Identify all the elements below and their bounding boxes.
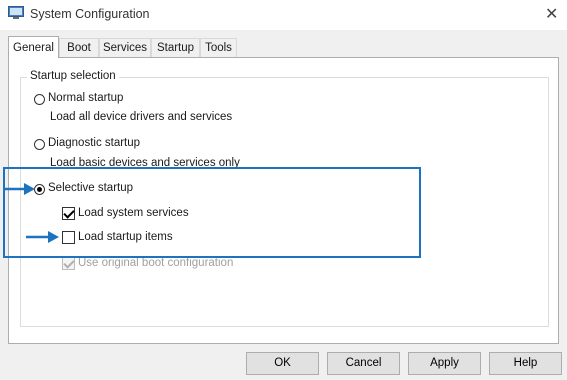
cancel-button[interactable]: Cancel (327, 352, 400, 375)
tab-startup[interactable]: Startup (151, 38, 200, 57)
title-bar: System Configuration ✕ (0, 0, 567, 30)
apply-button[interactable]: Apply (408, 352, 481, 375)
tab-boot[interactable]: Boot (59, 38, 99, 57)
normal-startup-radio[interactable] (34, 94, 45, 105)
system-configuration-icon (8, 6, 24, 19)
tab-tools[interactable]: Tools (200, 38, 237, 57)
close-icon[interactable]: ✕ (545, 4, 558, 24)
arrow-right-icon (26, 231, 59, 243)
window-title: System Configuration (30, 7, 150, 21)
ok-button[interactable]: OK (246, 352, 319, 375)
use-original-boot-checkbox (62, 257, 75, 270)
normal-startup-description: Load all device drivers and services (50, 111, 233, 123)
tab-general[interactable]: General (8, 36, 59, 58)
tab-services[interactable]: Services (99, 38, 151, 57)
annotation-highlight-box (3, 167, 421, 258)
use-original-boot-label: Use original boot configuration (78, 257, 234, 269)
arrow-right-icon (5, 183, 35, 195)
startup-selection-legend: Startup selection (27, 70, 119, 82)
help-button[interactable]: Help (489, 352, 562, 375)
diagnostic-startup-radio[interactable] (34, 139, 45, 150)
normal-startup-label[interactable]: Normal startup (48, 92, 123, 104)
diagnostic-startup-label[interactable]: Diagnostic startup (48, 137, 140, 149)
